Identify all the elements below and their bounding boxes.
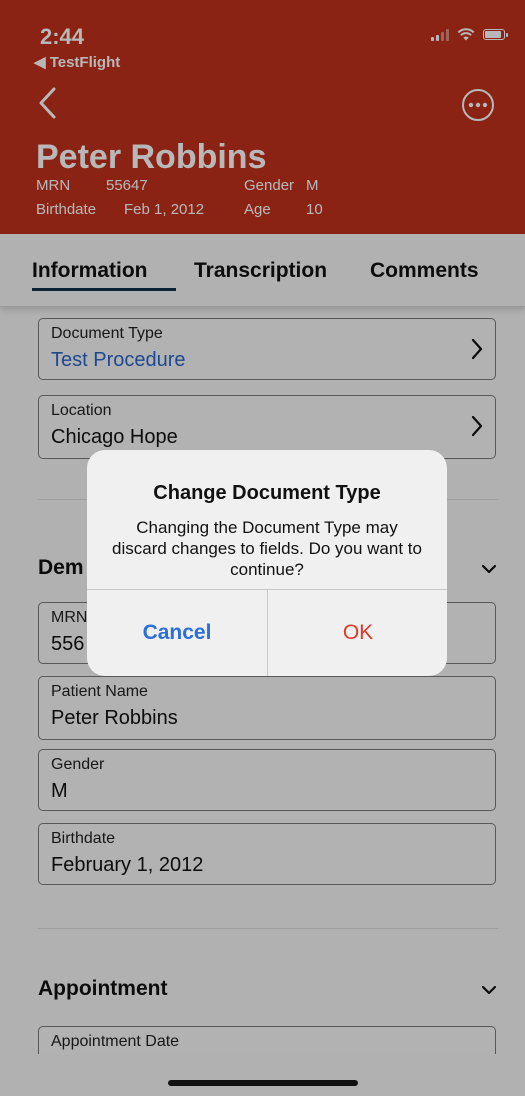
alert-title: Change Document Type — [153, 482, 381, 504]
alert-message: Changing the Document Type may discard c… — [112, 518, 422, 579]
cancel-button[interactable]: Cancel — [87, 590, 267, 676]
change-document-type-alert: Change Document Type Changing the Docume… — [87, 450, 447, 676]
ok-button[interactable]: OK — [268, 590, 447, 676]
home-indicator[interactable] — [168, 1080, 358, 1086]
app-screen: 2:44 ◀ TestFlight Peter Robbins MRN 5564… — [0, 0, 525, 1096]
